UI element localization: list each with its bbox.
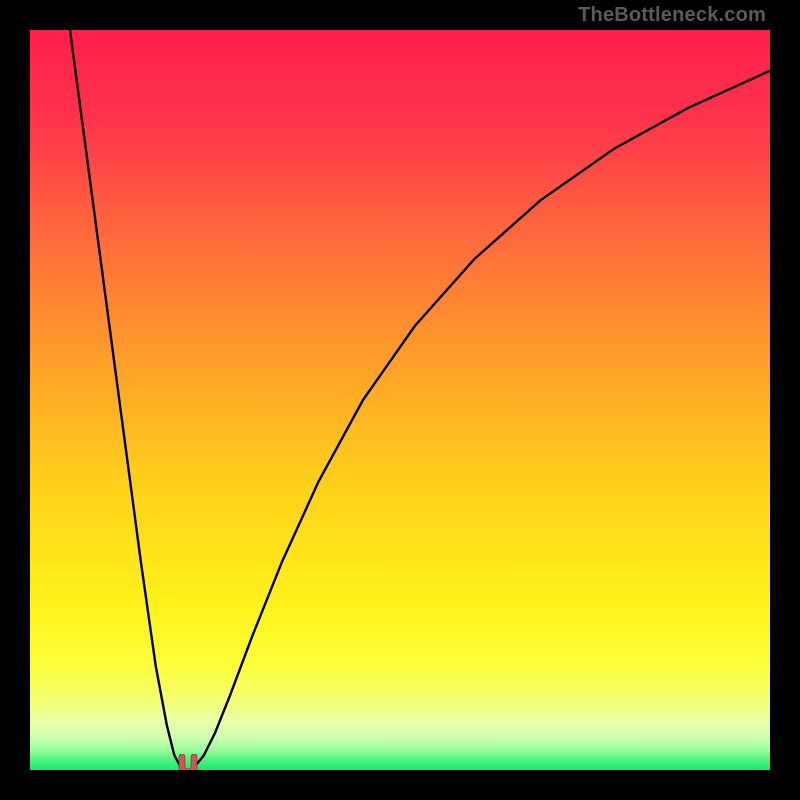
curve-right-branch [195,71,770,767]
plot-area [30,30,770,770]
chart-frame: TheBottleneck.com [0,0,800,800]
curve [30,30,770,770]
watermark-text: TheBottleneck.com [578,4,766,27]
optimum-marker [175,754,201,770]
curve-left-branch [70,30,180,766]
